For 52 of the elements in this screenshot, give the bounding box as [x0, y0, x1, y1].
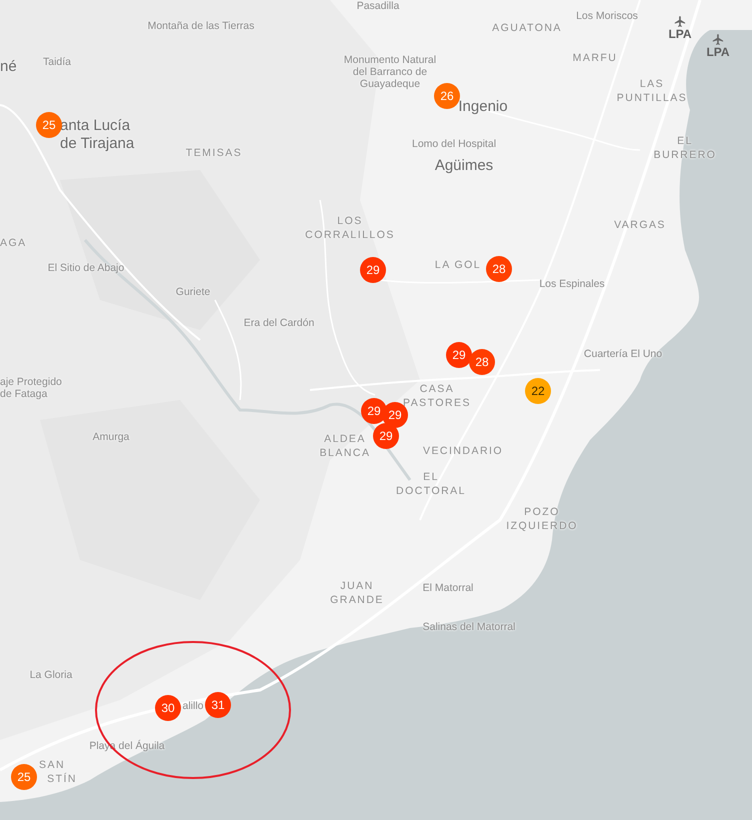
district-label: VARGAS — [614, 218, 666, 232]
place-label: Salinas del Matorral — [422, 621, 516, 633]
place-label: Los Moriscos — [576, 10, 638, 22]
district-label: MARFU — [572, 51, 618, 65]
town-label: né — [0, 58, 17, 76]
place-label: aje Protegido de Fataga — [0, 376, 62, 400]
value-marker[interactable]: 29 — [446, 342, 472, 368]
airplane-icon — [712, 33, 724, 46]
value-marker[interactable]: 29 — [373, 423, 399, 449]
place-label: Los Espinales — [539, 278, 605, 290]
place-label: Era del Cardón — [244, 317, 314, 329]
value-marker[interactable]: 29 — [360, 257, 386, 283]
value-marker[interactable]: 22 — [525, 378, 551, 404]
place-label: Cuartería El Uno — [584, 348, 662, 360]
value-marker[interactable]: 28 — [486, 256, 512, 282]
district-label: AGA — [0, 236, 27, 250]
district-label: JUAN GRANDE — [330, 579, 384, 607]
place-label: La Gloria — [30, 669, 72, 681]
district-label: LAS PUNTILLAS — [616, 77, 688, 105]
district-label: AGUATONA — [492, 21, 562, 35]
value-marker[interactable]: 26 — [434, 83, 460, 109]
place-label: Lomo del Hospital — [412, 138, 496, 150]
district-label: POZO IZQUIERDO — [506, 505, 578, 533]
district-label: ALDEA BLANCA — [320, 432, 370, 460]
district-label: SAN — [39, 758, 65, 772]
district-label: TEMISAS — [186, 146, 242, 160]
district-label: VECINDARIO — [422, 444, 504, 458]
town-label: Agüimes — [434, 157, 494, 175]
district-label: LOS CORRALILLOS — [305, 214, 395, 242]
value-marker[interactable]: 31 — [205, 692, 231, 718]
district-label: LA GOL — [434, 258, 482, 272]
place-label: Amurga — [92, 431, 130, 443]
district-label: STÍN — [47, 772, 77, 786]
place-label: Pasadilla — [356, 0, 400, 12]
place-label: El Sitio de Abajo — [48, 262, 124, 274]
place-label: El Matorral — [422, 582, 474, 594]
airport-label: LPA — [706, 46, 730, 59]
place-label: Montaña de las Tierras — [148, 20, 254, 32]
airplane-icon — [674, 15, 686, 28]
value-marker[interactable]: 29 — [361, 398, 387, 424]
value-marker[interactable]: 25 — [11, 764, 37, 790]
place-label: Monumento Natural del Barranco de Guayadeque — [344, 54, 436, 90]
town-label: Ingenio — [458, 98, 508, 116]
airport-label: LPA — [668, 28, 692, 41]
value-marker[interactable]: 25 — [36, 112, 62, 138]
district-label: EL BURRERO — [654, 134, 716, 162]
value-marker[interactable]: 28 — [469, 349, 495, 375]
place-label: Guriete — [176, 286, 210, 298]
value-marker[interactable]: 30 — [155, 695, 181, 721]
place-label: Taidía — [42, 56, 72, 68]
district-label: EL DOCTORAL — [396, 470, 466, 498]
place-label: alillo — [182, 700, 204, 712]
